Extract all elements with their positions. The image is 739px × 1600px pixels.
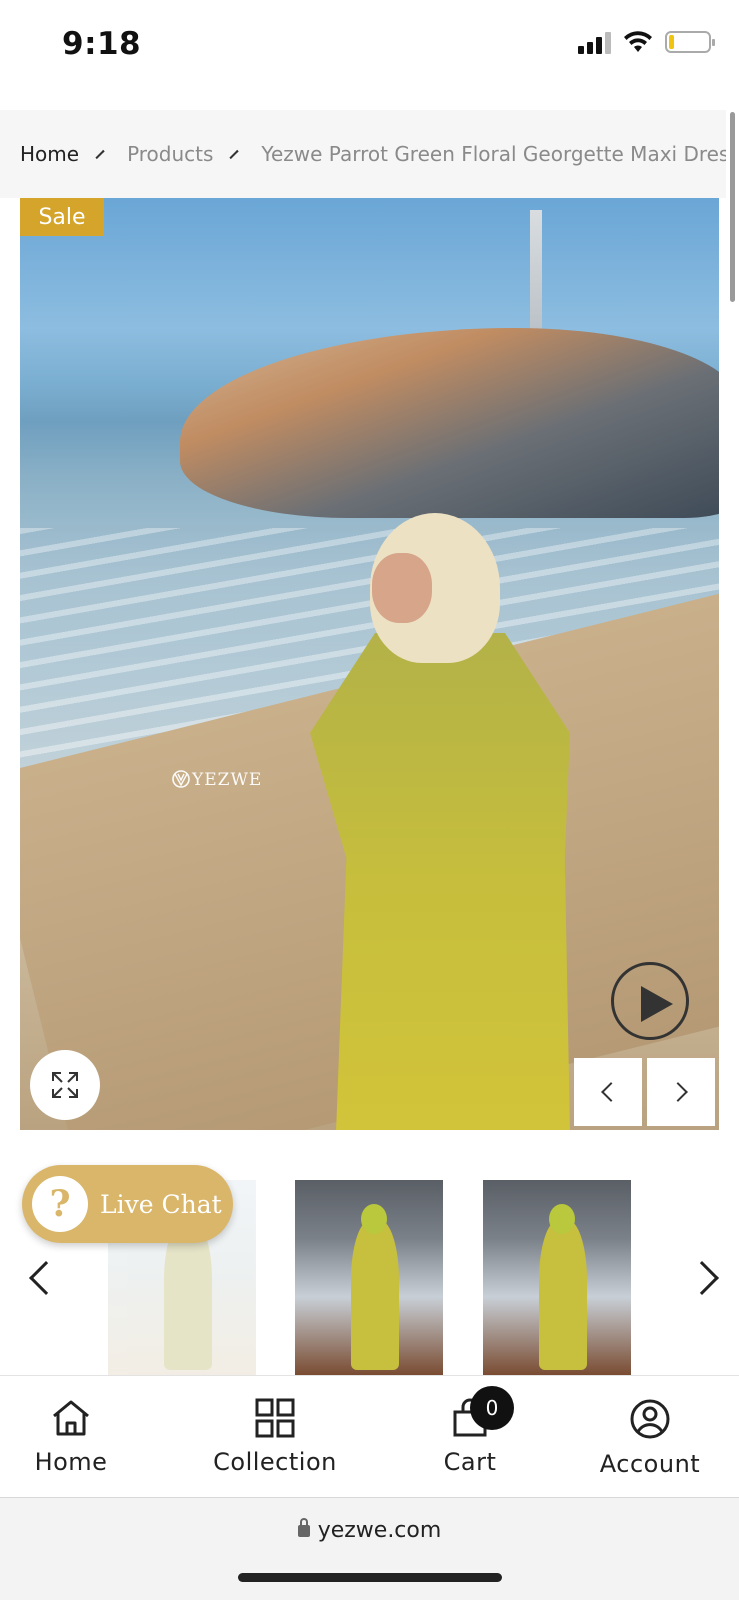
image-scenery <box>180 328 719 518</box>
nav-home-label: Home <box>34 1448 108 1476</box>
url-display[interactable]: yezwe.com <box>0 1518 739 1543</box>
play-video-button[interactable] <box>611 962 689 1040</box>
cart-count-badge: 0 <box>470 1386 514 1430</box>
cellular-signal-icon <box>578 30 611 54</box>
brand-watermark: YEZWE <box>170 770 262 790</box>
status-time: 9:18 <box>62 26 142 62</box>
sale-badge: Sale <box>20 198 104 236</box>
watermark-text: YEZWE <box>192 770 263 790</box>
model-face <box>372 553 432 623</box>
home-icon <box>53 1400 89 1436</box>
chevron-right-icon <box>229 149 240 159</box>
nav-collection-label: Collection <box>213 1448 337 1476</box>
image-next-button[interactable] <box>647 1058 715 1126</box>
chevron-right-icon <box>685 1261 719 1295</box>
bottom-navigation: Home Collection Cart 0 Account <box>0 1375 739 1498</box>
product-main-image[interactable]: YEZWE Sale <box>20 198 719 1130</box>
breadcrumb-current-product: Yezwe Parrot Green Floral Georgette Maxi… <box>261 142 726 166</box>
image-prev-button[interactable] <box>574 1058 642 1126</box>
product-dress <box>310 633 570 1130</box>
nav-account-label: Account <box>599 1450 701 1478</box>
thumbnail-item[interactable] <box>295 1180 443 1375</box>
thumbnail-image <box>539 1220 587 1370</box>
user-circle-icon <box>630 1399 670 1439</box>
thumbnail-item[interactable] <box>483 1180 631 1375</box>
lock-icon <box>297 1518 310 1537</box>
home-indicator[interactable] <box>238 1573 502 1582</box>
status-bar: 9:18 <box>0 0 739 108</box>
nav-cart-label: Cart <box>443 1448 497 1476</box>
product-model-figure <box>310 513 570 1130</box>
live-chat-button[interactable]: ? Live Chat <box>22 1165 233 1243</box>
nav-home[interactable]: Home <box>30 1398 112 1476</box>
battery-icon <box>665 31 715 53</box>
status-icons <box>578 30 715 54</box>
thumbnail-image <box>351 1220 399 1370</box>
chevron-right-icon <box>95 149 105 159</box>
browser-url-bar[interactable]: yezwe.com <box>0 1498 739 1600</box>
zoom-expand-button[interactable] <box>30 1050 100 1120</box>
image-scenery <box>530 210 542 340</box>
chevron-right-icon <box>668 1082 688 1102</box>
page-scrollbar[interactable] <box>730 112 735 302</box>
grid-icon <box>255 1398 295 1438</box>
yezwe-logo-icon <box>172 770 190 788</box>
thumbnail-image <box>549 1204 575 1234</box>
wifi-icon <box>624 31 652 52</box>
url-text: yezwe.com <box>317 1518 442 1543</box>
thumbnails-next-button[interactable] <box>685 1261 720 1295</box>
live-chat-label: Live Chat <box>100 1189 222 1219</box>
breadcrumb-products-link[interactable]: Products <box>127 142 213 166</box>
chevron-left-icon <box>601 1082 621 1102</box>
expand-arrows-icon <box>52 1072 78 1098</box>
nav-account[interactable]: Account <box>595 1398 705 1478</box>
breadcrumb: Home Products Yezwe Parrot Green Floral … <box>0 110 726 198</box>
play-icon <box>641 986 673 1022</box>
thumbnail-image <box>361 1204 387 1234</box>
nav-collection[interactable]: Collection <box>205 1398 345 1476</box>
breadcrumb-home-link[interactable]: Home <box>20 142 79 166</box>
help-question-icon: ? <box>32 1176 88 1232</box>
